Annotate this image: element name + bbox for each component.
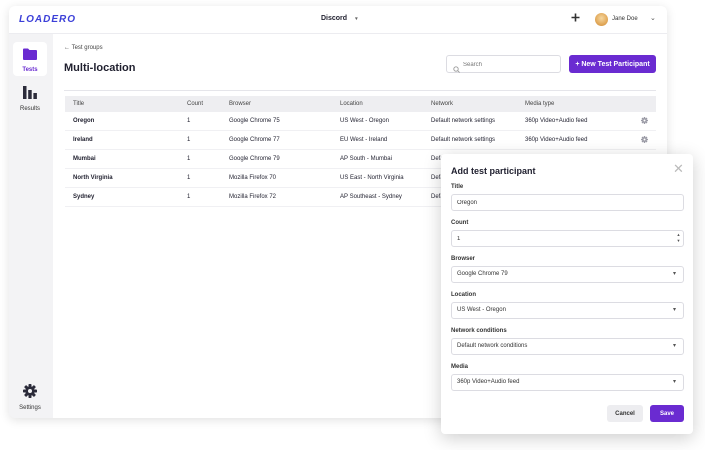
folder-icon [23,48,37,60]
column-header[interactable]: Media type [525,96,625,112]
new-test-participant-button[interactable]: + New Test Participant [569,55,656,73]
table-row[interactable]: Oregon 1 Google Chrome 75 US West - Oreg… [65,112,656,131]
location-label: Location [451,292,476,298]
back-link[interactable]: ← Test groups [64,45,103,51]
sidebar: Tests Results Settings [9,34,53,418]
user-menu-chevron-icon[interactable]: ⌄ [650,14,656,22]
row-settings-gear-icon[interactable] [641,131,651,150]
bar-chart-icon [23,86,37,99]
cell-location: AP South - Mumbai [340,156,392,162]
page-title: Multi-location [64,62,136,74]
count-label: Count [451,220,469,226]
table-row[interactable]: Ireland 1 Google Chrome 77 EU West - Ire… [65,131,656,150]
title-input[interactable] [457,198,657,208]
back-link-label: Test groups [71,45,103,51]
cell-media: 360p Video+Audio feed [525,137,588,143]
table-header: Title Count Browser Location Network Med… [65,96,656,112]
cell-location: EU West - Ireland [340,137,388,143]
media-label: Media [451,364,469,370]
cell-count: 1 [187,194,191,200]
chevron-down-icon: ▾ [673,307,677,313]
app-logo[interactable]: LOADERO [19,14,76,25]
cell-title: Oregon [73,118,95,124]
chevron-down-icon: ▾ [673,379,677,385]
network-label: Network conditions [451,328,507,334]
search-icon [453,60,460,78]
network-select[interactable]: Default network conditions ▾ [451,338,684,355]
cell-title: Mumbai [73,156,96,162]
project-selector[interactable]: Discord ▾ [321,15,358,22]
cell-location: AP Southeast - Sydney [340,194,402,200]
arrow-left-icon: ← [64,45,70,51]
cell-count: 1 [187,137,191,143]
column-header[interactable]: Title [73,96,183,112]
location-value: US West - Oregon [457,307,506,313]
add-button[interactable] [571,11,580,25]
count-stepper[interactable]: ▲ ▼ [674,232,683,244]
sidebar-item-label: Results [19,106,40,112]
gear-icon [23,384,37,398]
cell-browser: Google Chrome 77 [229,137,280,143]
column-header[interactable]: Network [431,96,521,112]
column-header[interactable]: Location [340,96,428,112]
project-name: Discord [321,15,348,22]
cell-media: 360p Video+Audio feed [525,118,588,124]
media-select[interactable]: 360p Video+Audio feed ▾ [451,374,684,391]
cell-count: 1 [187,118,191,124]
cell-title: Ireland [73,137,93,143]
cell-browser: Mozilla Firefox 70 [229,175,277,181]
chevron-down-icon: ▾ [673,271,677,277]
sidebar-item-settings[interactable]: Settings [13,382,47,412]
sidebar-item-tests[interactable]: Tests [13,42,47,76]
divider [64,90,656,91]
add-participant-modal: Add test participant ✕ Title Count ▲ ▼ B… [441,154,693,434]
stepper-down-icon[interactable]: ▼ [674,238,683,244]
chevron-down-icon: ▾ [355,16,358,22]
cell-browser: Mozilla Firefox 72 [229,194,277,200]
cell-browser: Google Chrome 79 [229,156,280,162]
title-label: Title [451,184,464,190]
sidebar-item-results[interactable]: Results [13,84,47,114]
count-input[interactable] [457,234,657,244]
cell-count: 1 [187,175,191,181]
search-input[interactable] [463,59,555,70]
avatar[interactable] [595,13,608,26]
cell-location: US East - North Virginia [340,175,404,181]
chevron-down-icon: ▾ [673,343,677,349]
user-name[interactable]: Jane Doe [612,16,638,22]
cell-title: Sydney [73,194,95,200]
browser-value: Google Chrome 79 [457,271,508,277]
title-field[interactable] [451,194,684,211]
plus-icon [571,13,580,22]
cancel-button[interactable]: Cancel [607,405,643,422]
cell-network: Default network settings [431,118,496,124]
column-header[interactable]: Browser [229,96,337,112]
close-icon[interactable]: ✕ [673,162,684,175]
cell-title: North Virginia [73,175,113,181]
cell-location: US West - Oregon [340,118,389,124]
count-field[interactable]: ▲ ▼ [451,230,684,247]
sidebar-item-label: Settings [19,405,41,411]
location-select[interactable]: US West - Oregon ▾ [451,302,684,319]
cell-network: Default network settings [431,137,496,143]
browser-select[interactable]: Google Chrome 79 ▾ [451,266,684,283]
sidebar-item-label: Tests [22,67,38,73]
column-header[interactable]: Count [187,96,225,112]
save-button[interactable]: Save [650,405,684,422]
cell-count: 1 [187,156,191,162]
top-bar: LOADERO Discord ▾ Jane Doe ⌄ [9,6,667,34]
network-value: Default network conditions [457,343,528,349]
modal-title: Add test participant [451,166,536,176]
browser-label: Browser [451,256,476,262]
media-value: 360p Video+Audio feed [457,379,520,385]
search-box[interactable] [446,55,561,73]
cell-browser: Google Chrome 75 [229,118,280,124]
row-settings-gear-icon[interactable] [641,112,651,131]
